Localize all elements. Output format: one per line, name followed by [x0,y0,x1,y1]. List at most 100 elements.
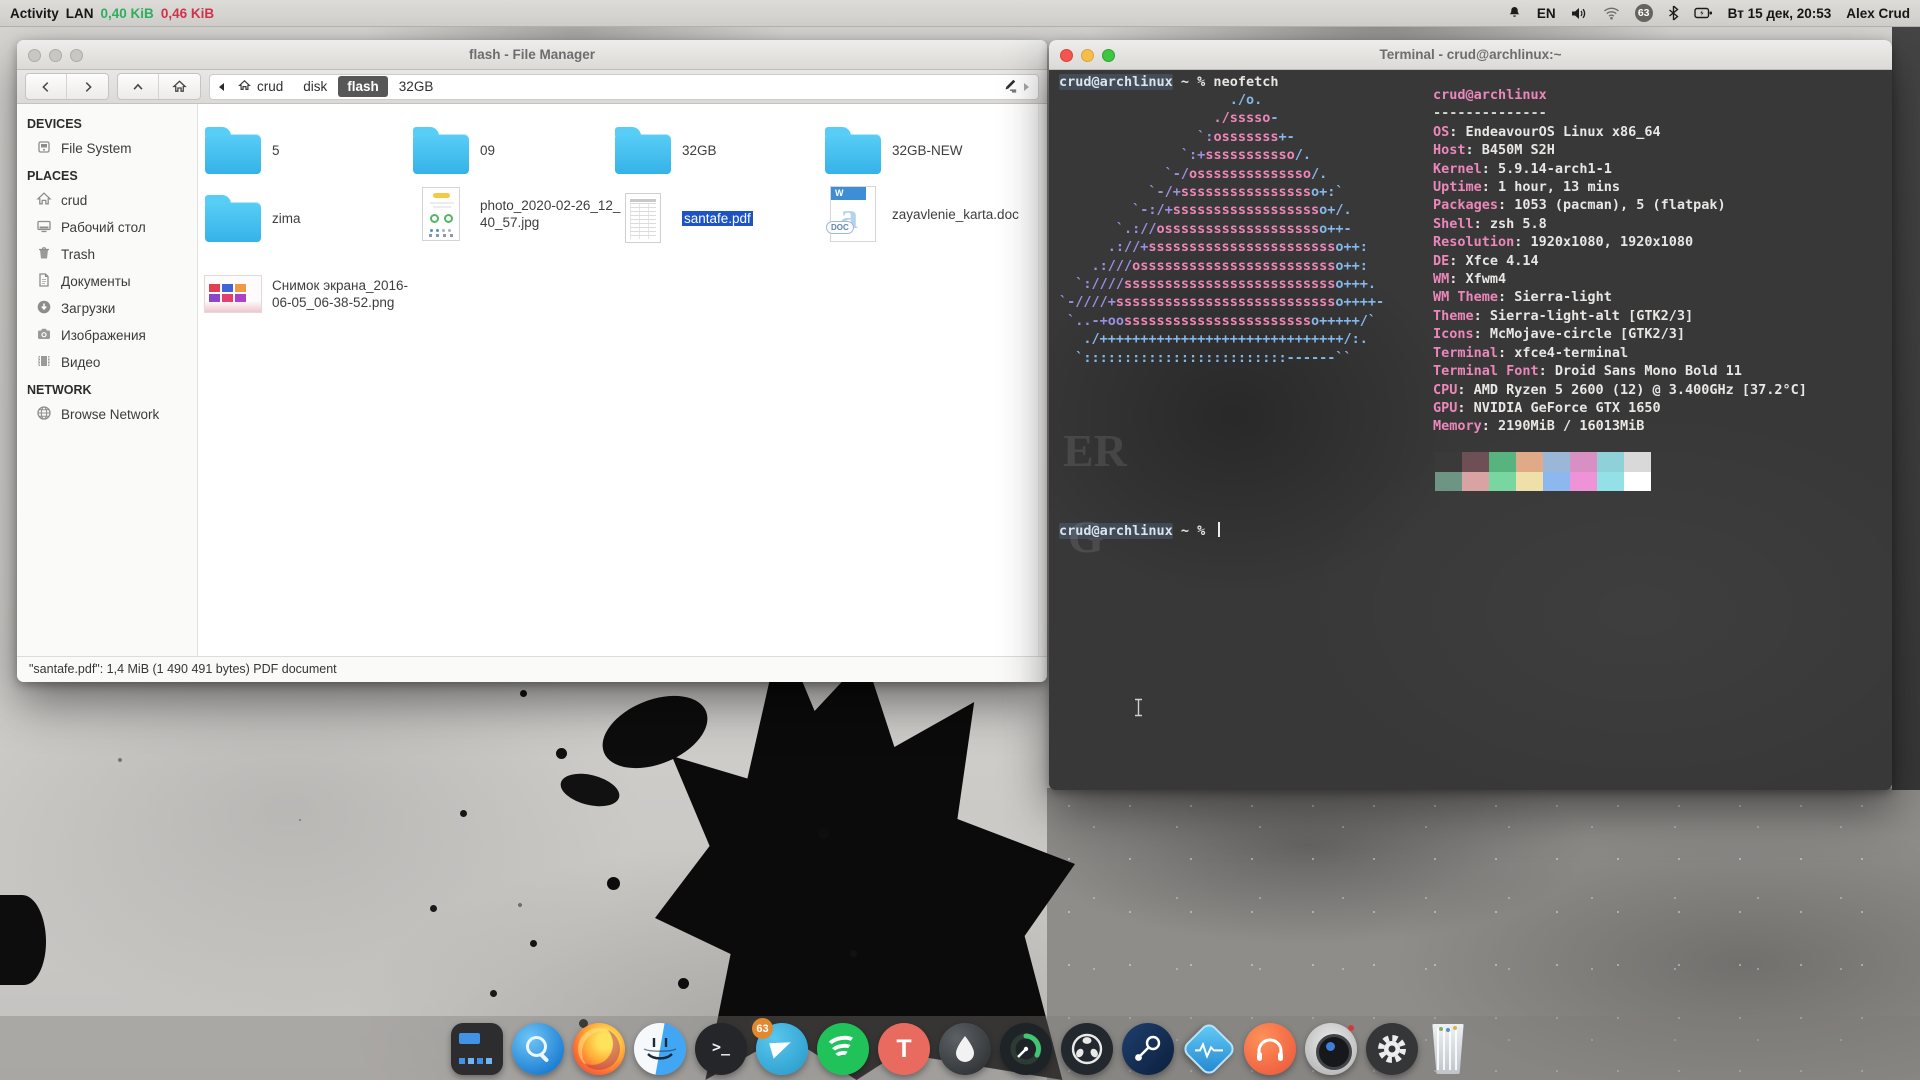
close-button[interactable] [28,49,41,62]
palette-swatch [1435,472,1462,492]
file-item[interactable]: Снимок экрана_2016-06-05_06-38-52.png [202,264,414,324]
file-item[interactable]: zima [202,188,414,248]
file-icon-box [612,120,674,180]
top-panel: Activity LAN 0,40 KiB 0,46 KiB EN 63 Вт … [0,0,1920,27]
maximize-button[interactable] [1102,49,1115,62]
path-button-label: flash [347,79,379,94]
terminal-content[interactable]: ER G crud@archlinux ~ % neofetch ./o. ./… [1049,70,1892,790]
folder-icon [615,134,671,174]
sidebar-item-trash[interactable]: Trash [17,241,197,268]
clock[interactable]: Вт 15 дек, 20:53 [1728,6,1832,21]
maximize-button[interactable] [70,49,83,62]
gauge-icon[interactable] [1000,1023,1052,1075]
workspace-panel-icon[interactable] [451,1023,503,1075]
file-item[interactable]: WaDOCzayavlenie_karta.doc [822,184,1034,244]
search-icon[interactable] [512,1023,564,1075]
sidebar-item-film[interactable]: Видео [17,349,197,376]
sidebar-item-label: Browse Network [61,407,159,422]
bluetooth-icon[interactable] [1668,5,1679,21]
file-manager-titlebar[interactable]: flash - File Manager [17,40,1047,70]
download-icon [36,299,52,318]
sidebar-item-label: Trash [61,247,95,262]
edit-path-icon[interactable] [1002,76,1019,98]
t-app-icon[interactable]: T [878,1023,930,1075]
waveform-icon[interactable] [1181,1021,1238,1078]
firefox-icon[interactable] [573,1023,625,1075]
file-name: zayavlenie_karta.doc [892,206,1034,223]
trash-icon [36,245,52,264]
minimize-button[interactable] [49,49,62,62]
finder-icon[interactable] [634,1023,686,1075]
screenshot-thumbnail [204,275,262,313]
text-cursor [1218,522,1220,537]
home-button[interactable] [159,74,200,99]
activity-label[interactable]: Activity [10,6,59,21]
back-button[interactable] [26,74,67,99]
headphones-icon[interactable] [1244,1023,1296,1075]
sidebar-item-globe[interactable]: Browse Network [17,401,197,428]
up-button[interactable] [118,74,159,99]
file-icon-box [202,120,264,180]
sidebar-section-title: NETWORK [17,376,197,401]
palette-row [1435,452,1651,472]
folder-icon [825,134,881,174]
volume-icon[interactable] [1571,6,1588,21]
home-icon [238,79,251,95]
sidebar-item-drive[interactable]: File System [17,135,197,162]
close-button[interactable] [1060,49,1073,62]
palette-swatch [1570,452,1597,472]
file-name: 5 [272,142,414,159]
minimize-button[interactable] [1081,49,1094,62]
file-name: 09 [480,142,622,159]
file-item[interactable]: 32GB [612,120,824,180]
drive-icon [36,139,52,158]
terminal-titlebar[interactable]: Terminal - crud@archlinux:~ [1049,40,1892,70]
palette-swatch [1462,452,1489,472]
sidebar-item-home[interactable]: crud [17,187,197,214]
path-button-32GB[interactable]: 32GB [390,76,443,97]
sidebar-item-download[interactable]: Загрузки [17,295,197,322]
path-scroll-right-icon[interactable] [1022,82,1031,92]
obs-icon[interactable] [1061,1023,1113,1075]
window-title: Terminal - crud@archlinux:~ [1379,47,1561,62]
file-item[interactable]: 32GB-NEW [822,120,1034,180]
path-button-flash[interactable]: flash [338,76,388,97]
forward-button[interactable] [67,74,108,99]
battery-icon[interactable] [1694,6,1713,20]
file-item[interactable]: 5 [202,120,414,180]
path-scroll-left-icon[interactable] [217,82,226,92]
camera-lens-icon[interactable] [1305,1023,1357,1075]
path-bar[interactable]: cruddisk flash 32GB [209,74,1039,100]
notification-bell-icon[interactable] [1507,5,1522,21]
file-item[interactable]: 09 [410,120,622,180]
trash-full-icon[interactable] [1431,1024,1465,1074]
file-item[interactable]: santafe.pdf [612,188,824,248]
terminal-icon[interactable]: >_ [695,1023,747,1075]
file-icon-box [612,188,674,248]
file-list-pane[interactable]: 5 09 32GB32GB-NEW zimaphoto_2020-02-26_12_4… [198,104,1047,656]
droplet-icon[interactable] [939,1023,991,1075]
sidebar-item-label: Рабочий стол [61,220,146,235]
telegram-icon[interactable]: 63 [756,1023,808,1075]
user-menu[interactable]: Alex Crud [1846,6,1910,21]
path-button-disk[interactable]: disk [294,76,336,97]
window-title: flash - File Manager [469,47,595,62]
lan-label: LAN [66,6,94,21]
file-item[interactable]: photo_2020-02-26_12_40_57.jpg [410,184,622,244]
scrollbar-track[interactable] [1038,104,1047,656]
update-count-badge[interactable]: 63 [1635,4,1653,22]
wifi-icon[interactable] [1603,6,1620,20]
steam-icon[interactable] [1122,1023,1174,1075]
notification-badge: 63 [752,1018,773,1039]
palette-swatch [1570,472,1597,492]
globe-icon [36,405,52,424]
sidebar-item-desktop[interactable]: Рабочий стол [17,214,197,241]
sidebar-item-document[interactable]: Документы [17,268,197,295]
spotify-icon[interactable] [817,1023,869,1075]
path-button-crud[interactable]: crud [229,76,292,98]
file-name: 32GB [682,142,824,159]
settings-icon[interactable] [1366,1023,1418,1075]
terminal-window: Terminal - crud@archlinux:~ ER G crud@ar… [1049,40,1892,790]
sidebar-item-camera[interactable]: Изображения [17,322,197,349]
keyboard-layout[interactable]: EN [1537,6,1556,21]
